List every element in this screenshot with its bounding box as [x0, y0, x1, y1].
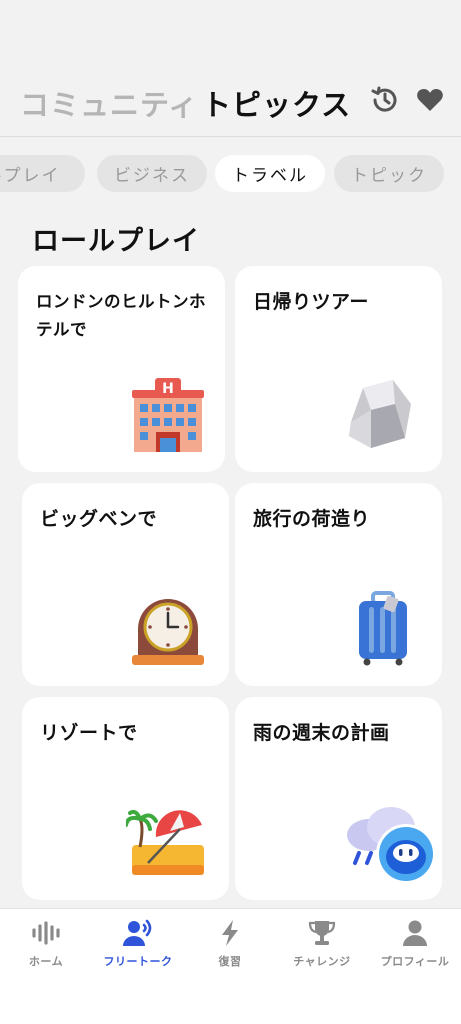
card-title: 旅行の荷造り: [253, 508, 371, 530]
card-title: 雨の週末の計画: [253, 722, 390, 744]
tab-community[interactable]: コミュニティ: [20, 82, 198, 124]
category-pill-topic[interactable]: トピック: [334, 155, 444, 192]
nav-label: ホーム: [28, 955, 64, 968]
topic-card[interactable]: 日帰りツアー: [235, 266, 442, 472]
rock-icon: [349, 380, 411, 448]
lightning-icon: [222, 920, 238, 946]
nav-profile[interactable]: プロフィール: [369, 919, 461, 969]
category-pill-business[interactable]: ビジネス: [97, 155, 207, 192]
assistant-bot-button[interactable]: [375, 823, 437, 885]
tab-topics[interactable]: トピックス: [202, 82, 351, 124]
suitcase-icon: [359, 591, 407, 666]
category-pills: ルプレイ ビジネス トラベル トピック: [0, 155, 461, 193]
nav-label: プロフィール: [380, 955, 450, 968]
nav-challenge[interactable]: チャレンジ: [276, 919, 368, 969]
nav-label: チャレンジ: [293, 955, 351, 968]
card-title: リゾートで: [40, 722, 138, 744]
section-title: ロールプレイ: [32, 226, 200, 257]
beach-icon: [126, 809, 204, 875]
topic-card[interactable]: ロンドンのヒルトンホテルで H: [18, 266, 225, 472]
hotel-icon: H: [132, 378, 204, 452]
topic-card[interactable]: 旅行の荷造り: [235, 483, 442, 686]
nav-label: フリートーク: [103, 955, 173, 968]
waveform-icon: [32, 921, 60, 945]
person-icon: [403, 920, 427, 946]
clock-icon: [132, 599, 204, 665]
category-pill-travel[interactable]: トラベル: [215, 155, 325, 192]
trophy-icon: [308, 921, 336, 945]
card-title: 日帰りツアー: [253, 291, 369, 313]
speaking-person-icon: [123, 919, 152, 946]
nav-review[interactable]: 復習: [184, 919, 276, 969]
topic-card[interactable]: ビッグベンで: [22, 483, 229, 686]
heart-icon[interactable]: [414, 84, 446, 116]
history-icon[interactable]: [369, 84, 401, 116]
nav-label: 復習: [218, 955, 242, 968]
category-pill-roleplay[interactable]: ルプレイ: [0, 155, 85, 192]
nav-home[interactable]: ホーム: [0, 919, 92, 969]
bottom-nav: ホーム フリートーク 復習 チャレンジ プロフィール: [0, 908, 461, 1024]
card-title: ロンドンのヒルトンホテルで: [36, 292, 206, 339]
top-header: コミュニティ トピックス: [0, 0, 461, 137]
topic-card[interactable]: リゾートで: [22, 697, 229, 900]
svg-text:H: H: [162, 381, 174, 397]
card-title: ビッグベンで: [40, 508, 158, 530]
nav-free-talk[interactable]: フリートーク: [92, 919, 184, 969]
